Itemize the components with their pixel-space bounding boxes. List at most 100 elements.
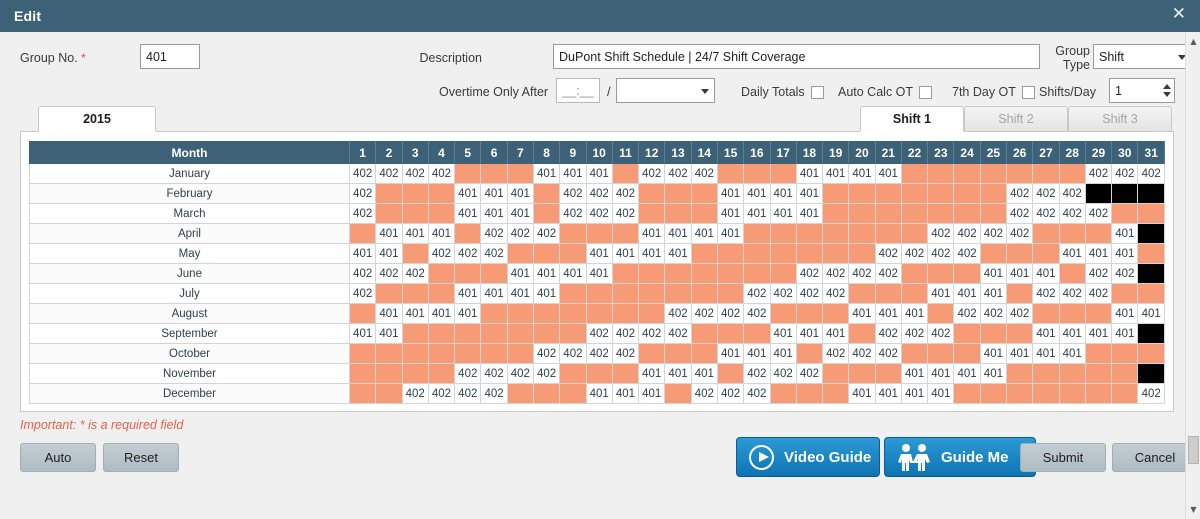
- cell-september-22[interactable]: 402: [900, 323, 929, 344]
- tab-shift-2[interactable]: Shift 2: [964, 106, 1068, 132]
- cell-december-24[interactable]: [953, 383, 981, 404]
- cell-june-24[interactable]: [953, 263, 981, 284]
- cell-may-12[interactable]: 401: [638, 243, 666, 264]
- cell-april-4[interactable]: 401: [427, 223, 456, 244]
- cell-december-4[interactable]: 402: [427, 383, 456, 404]
- cell-april-28[interactable]: [1058, 223, 1086, 244]
- reset-button[interactable]: Reset: [103, 443, 179, 472]
- cell-july-20[interactable]: [848, 283, 876, 304]
- cell-july-1[interactable]: 402: [348, 283, 377, 304]
- cell-january-9[interactable]: 401: [559, 163, 587, 184]
- cell-september-23[interactable]: 402: [927, 323, 955, 344]
- cell-january-25[interactable]: [979, 163, 1008, 184]
- cell-october-11[interactable]: 402: [611, 343, 640, 364]
- cell-november-5[interactable]: 402: [454, 363, 482, 384]
- cell-march-13[interactable]: [664, 203, 692, 224]
- cell-september-18[interactable]: 401: [795, 323, 824, 344]
- cell-december-5[interactable]: 402: [454, 383, 482, 404]
- cell-october-23[interactable]: [927, 343, 955, 364]
- cell-december-19[interactable]: [822, 383, 850, 404]
- vertical-scrollbar[interactable]: ▲ ▼: [1185, 32, 1200, 519]
- cell-january-7[interactable]: [506, 163, 534, 184]
- cell-september-25[interactable]: [979, 323, 1008, 344]
- cell-april-9[interactable]: [559, 223, 587, 244]
- cell-january-10[interactable]: 401: [585, 163, 613, 184]
- cell-october-15[interactable]: 401: [716, 343, 745, 364]
- cell-december-1[interactable]: [348, 383, 377, 404]
- cell-march-17[interactable]: 401: [769, 203, 797, 224]
- cell-april-6[interactable]: 402: [480, 223, 508, 244]
- cell-january-13[interactable]: 402: [664, 163, 692, 184]
- cell-january-23[interactable]: [927, 163, 955, 184]
- cell-july-18[interactable]: 402: [795, 283, 824, 304]
- cell-november-12[interactable]: 401: [638, 363, 666, 384]
- cell-february-24[interactable]: [953, 183, 981, 204]
- cell-august-7[interactable]: [506, 303, 534, 324]
- cell-october-16[interactable]: 401: [743, 343, 771, 364]
- cell-january-1[interactable]: 402: [348, 163, 377, 184]
- cell-june-15[interactable]: [716, 263, 745, 284]
- cell-january-8[interactable]: 401: [532, 163, 561, 184]
- cell-september-9[interactable]: [559, 323, 587, 344]
- cell-february-17[interactable]: 401: [769, 183, 797, 204]
- cell-october-10[interactable]: 402: [585, 343, 613, 364]
- cell-january-5[interactable]: [454, 163, 482, 184]
- cell-november-13[interactable]: 401: [664, 363, 692, 384]
- cell-june-29[interactable]: 402: [1084, 263, 1113, 284]
- cell-january-19[interactable]: 401: [822, 163, 850, 184]
- cell-august-30[interactable]: 401: [1111, 303, 1139, 324]
- cell-august-25[interactable]: 402: [979, 303, 1008, 324]
- cell-may-28[interactable]: 401: [1058, 243, 1086, 264]
- cell-november-30[interactable]: [1111, 363, 1139, 384]
- description-input[interactable]: [553, 44, 1040, 69]
- cell-may-30[interactable]: 401: [1111, 243, 1139, 264]
- cell-june-11[interactable]: [611, 263, 640, 284]
- cell-november-3[interactable]: [401, 363, 429, 384]
- cell-january-17[interactable]: [769, 163, 797, 184]
- cell-april-16[interactable]: [743, 223, 771, 244]
- cell-august-13[interactable]: 402: [664, 303, 692, 324]
- cell-april-24[interactable]: 402: [953, 223, 981, 244]
- cell-march-24[interactable]: [953, 203, 981, 224]
- cell-november-19[interactable]: [822, 363, 850, 384]
- cell-august-10[interactable]: [585, 303, 613, 324]
- cell-march-20[interactable]: [848, 203, 876, 224]
- cell-april-30[interactable]: 401: [1111, 223, 1139, 244]
- cell-december-15[interactable]: 402: [716, 383, 745, 404]
- cell-march-6[interactable]: 401: [480, 203, 508, 224]
- auto-button[interactable]: Auto: [20, 443, 96, 472]
- cell-july-5[interactable]: 401: [454, 283, 482, 304]
- cell-july-22[interactable]: [900, 283, 929, 304]
- cell-february-9[interactable]: 402: [559, 183, 587, 204]
- cell-march-8[interactable]: [532, 203, 561, 224]
- cell-august-16[interactable]: 402: [743, 303, 771, 324]
- cell-june-22[interactable]: [900, 263, 929, 284]
- cell-february-21[interactable]: [874, 183, 902, 204]
- cell-february-27[interactable]: 402: [1032, 183, 1060, 204]
- cell-june-9[interactable]: 401: [559, 263, 587, 284]
- cell-april-7[interactable]: 402: [506, 223, 534, 244]
- cell-august-8[interactable]: [532, 303, 561, 324]
- cell-september-29[interactable]: 401: [1084, 323, 1113, 344]
- cell-february-10[interactable]: 402: [585, 183, 613, 204]
- cell-august-15[interactable]: 402: [716, 303, 745, 324]
- cell-february-13[interactable]: [664, 183, 692, 204]
- cell-june-12[interactable]: [638, 263, 666, 284]
- cell-september-2[interactable]: 401: [375, 323, 403, 344]
- cell-july-23[interactable]: 401: [927, 283, 955, 304]
- cell-september-17[interactable]: 401: [769, 323, 797, 344]
- cell-june-6[interactable]: [480, 263, 508, 284]
- cell-february-6[interactable]: 401: [480, 183, 508, 204]
- cell-december-27[interactable]: [1032, 383, 1060, 404]
- tab-shift-3[interactable]: Shift 3: [1068, 106, 1172, 132]
- cell-november-6[interactable]: 402: [480, 363, 508, 384]
- cell-may-6[interactable]: 402: [480, 243, 508, 264]
- cell-october-18[interactable]: [795, 343, 824, 364]
- overtime-time-input[interactable]: [556, 78, 600, 103]
- cell-august-21[interactable]: 401: [874, 303, 902, 324]
- cell-may-1[interactable]: 401: [348, 243, 377, 264]
- cell-march-27[interactable]: 402: [1032, 203, 1060, 224]
- cell-july-31[interactable]: [1137, 283, 1165, 304]
- cell-october-2[interactable]: [375, 343, 403, 364]
- cell-july-25[interactable]: 401: [979, 283, 1008, 304]
